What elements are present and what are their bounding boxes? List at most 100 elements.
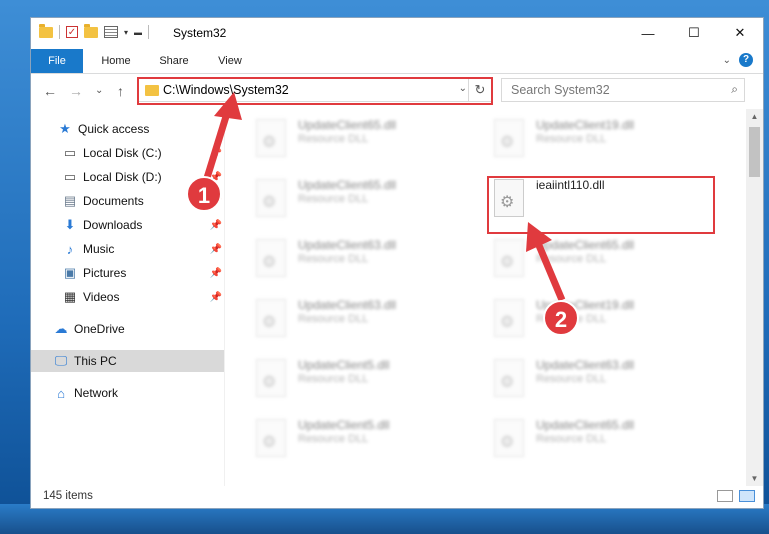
download-icon: ⬇ bbox=[64, 217, 76, 232]
window-controls: — ☐ ✕ bbox=[625, 18, 763, 48]
pin-icon: 📌 bbox=[209, 243, 222, 255]
new-folder-icon[interactable] bbox=[84, 23, 98, 38]
scroll-down-icon[interactable]: ▼ bbox=[746, 474, 763, 483]
sidebar-item-quick-access[interactable]: ★ Quick access bbox=[31, 118, 224, 140]
scrollbar-thumb[interactable] bbox=[749, 127, 760, 177]
dll-file-icon bbox=[494, 239, 524, 277]
file-tile[interactable]: UpdateClient5.dll Resource DLL bbox=[226, 411, 446, 465]
details-view-icon[interactable] bbox=[717, 490, 733, 502]
file-tile[interactable]: UpdateClient63.dll Resource DLL bbox=[464, 351, 684, 405]
pin-icon: 📌 bbox=[209, 147, 222, 159]
dll-file-icon bbox=[256, 419, 286, 457]
file-name: UpdateClient65.dll bbox=[298, 178, 397, 192]
back-button[interactable]: ← bbox=[43, 83, 57, 99]
tiles-view-icon[interactable] bbox=[739, 490, 755, 502]
title-bar: ✓ ▾ ▬ System32 — ☐ ✕ bbox=[31, 18, 763, 48]
sidebar-item-label: Videos bbox=[83, 290, 120, 304]
network-icon: ⌂ bbox=[57, 385, 65, 401]
view-toggle bbox=[717, 490, 755, 502]
sidebar-item-videos[interactable]: ▦ Videos 📌 bbox=[31, 286, 224, 308]
file-type: Resource DLL bbox=[298, 433, 369, 445]
file-tile-ieaiintl110[interactable]: ieaiintl110.dll bbox=[464, 171, 684, 225]
file-type: Resource DLL bbox=[298, 253, 369, 265]
dll-file-icon bbox=[256, 179, 286, 217]
file-tile[interactable]: UpdateClient65.dll Resource DLL bbox=[226, 171, 446, 225]
sidebar-item-label: Documents bbox=[83, 194, 144, 208]
file-name: UpdateClient63.dll bbox=[298, 238, 397, 252]
up-button[interactable]: ↑ bbox=[117, 83, 124, 99]
close-button[interactable]: ✕ bbox=[717, 18, 763, 48]
sidebar-item-label: Downloads bbox=[83, 218, 143, 232]
search-icon[interactable]: ⌕ bbox=[731, 82, 738, 97]
sidebar-item-this-pc[interactable]: 🖵 This PC bbox=[31, 350, 224, 372]
pane-divider bbox=[224, 109, 225, 486]
search-box[interactable]: Search System32 ⌕ bbox=[501, 78, 745, 102]
file-name: UpdateClient63.dll bbox=[298, 298, 397, 312]
ribbon: File Home Share View ⌄ ? bbox=[31, 49, 763, 74]
sidebar-item-music[interactable]: ♪ Music 📌 bbox=[31, 238, 224, 260]
pin-icon: 📌 bbox=[209, 291, 222, 303]
cloud-icon: ☁ bbox=[54, 321, 68, 336]
sidebar-item-label: Pictures bbox=[83, 266, 127, 280]
file-type: Resource DLL bbox=[298, 373, 369, 385]
maximize-button[interactable]: ☐ bbox=[671, 18, 717, 48]
sidebar-item-pictures[interactable]: ▣ Pictures 📌 bbox=[31, 262, 224, 284]
file-tile[interactable]: UpdateClient65.dll Resource DLL bbox=[226, 111, 446, 165]
sidebar-item-label: Quick access bbox=[78, 122, 150, 136]
file-tile[interactable]: UpdateClient63.dll Resource DLL bbox=[226, 291, 446, 345]
navigation-pane: ★ Quick access ▭ Local Disk (C:) 📌 ▭ Loc… bbox=[31, 109, 224, 486]
properties-check-icon[interactable]: ✓ bbox=[66, 26, 78, 38]
tab-view[interactable]: View bbox=[203, 49, 257, 73]
tab-home[interactable]: Home bbox=[87, 49, 145, 73]
file-tile[interactable]: UpdateClient65.dll Resource DLL bbox=[464, 411, 684, 465]
file-type: Resource DLL bbox=[536, 253, 607, 265]
view-properties-icon[interactable] bbox=[104, 26, 118, 38]
file-list: UpdateClient65.dll Resource DLL UpdateCl… bbox=[226, 109, 746, 486]
customize-toolbar-icon[interactable]: ▬ bbox=[134, 28, 142, 37]
scroll-up-icon[interactable]: ▲ bbox=[746, 112, 763, 121]
refresh-button[interactable]: ↻ bbox=[468, 79, 491, 101]
file-tile[interactable]: UpdateClient65.dll Resource DLL bbox=[464, 231, 684, 285]
sidebar-item-local-disk-c[interactable]: ▭ Local Disk (C:) 📌 bbox=[31, 142, 224, 164]
drive-icon: ▭ bbox=[63, 145, 77, 160]
pictures-icon: ▣ bbox=[63, 265, 77, 280]
file-name: ieaiintl110.dll bbox=[536, 178, 605, 192]
callout-badge-2: 2 bbox=[543, 300, 579, 336]
folder-icon bbox=[39, 23, 53, 38]
sidebar-item-label: Local Disk (C:) bbox=[83, 146, 162, 160]
navigation-bar: ← → ⌄ ↑ C:\Windows\System32 ⌄ ↻ Search S… bbox=[31, 74, 763, 108]
tab-share[interactable]: Share bbox=[145, 49, 203, 73]
sidebar-item-label: Music bbox=[83, 242, 115, 256]
address-bar[interactable]: C:\Windows\System32 ⌄ ↻ bbox=[138, 78, 492, 102]
dll-file-icon bbox=[494, 359, 524, 397]
file-type: Resource DLL bbox=[536, 433, 607, 445]
forward-button[interactable]: → bbox=[69, 83, 83, 99]
drive-icon: ▭ bbox=[63, 169, 77, 184]
vertical-scrollbar[interactable]: ▲ ▼ bbox=[746, 109, 763, 486]
sidebar-item-onedrive[interactable]: ☁ OneDrive bbox=[31, 318, 224, 340]
file-type: Resource DLL bbox=[298, 133, 369, 145]
help-icon[interactable]: ? bbox=[739, 53, 753, 67]
dll-file-icon bbox=[256, 119, 286, 157]
file-name: UpdateClient19.dll bbox=[536, 118, 635, 132]
expand-ribbon-icon[interactable]: ⌄ bbox=[723, 55, 731, 66]
file-explorer-window: ✓ ▾ ▬ System32 — ☐ ✕ File Home Share Vie… bbox=[30, 17, 764, 509]
dll-file-icon bbox=[494, 419, 524, 457]
music-icon: ♪ bbox=[66, 241, 74, 257]
search-input[interactable]: Search System32 bbox=[511, 83, 610, 97]
address-path[interactable]: C:\Windows\System32 bbox=[163, 83, 289, 97]
chevron-down-icon[interactable]: ▾ bbox=[124, 28, 128, 37]
minimize-button[interactable]: — bbox=[625, 18, 671, 48]
chevron-down-icon[interactable]: ⌄ bbox=[459, 83, 467, 94]
sidebar-item-downloads[interactable]: ⬇ Downloads 📌 bbox=[31, 214, 224, 236]
tab-file[interactable]: File bbox=[31, 49, 83, 73]
sidebar-item-network[interactable]: ⌂ Network bbox=[31, 382, 224, 404]
videos-icon: ▦ bbox=[63, 289, 77, 304]
dll-file-icon bbox=[256, 359, 286, 397]
file-tile[interactable]: UpdateClient5.dll Resource DLL bbox=[226, 351, 446, 405]
separator bbox=[148, 25, 150, 39]
sidebar-item-label: This PC bbox=[74, 354, 117, 368]
file-tile[interactable]: UpdateClient63.dll Resource DLL bbox=[226, 231, 446, 285]
file-tile[interactable]: UpdateClient19.dll Resource DLL bbox=[464, 111, 684, 165]
recent-locations-button[interactable]: ⌄ bbox=[95, 85, 103, 96]
